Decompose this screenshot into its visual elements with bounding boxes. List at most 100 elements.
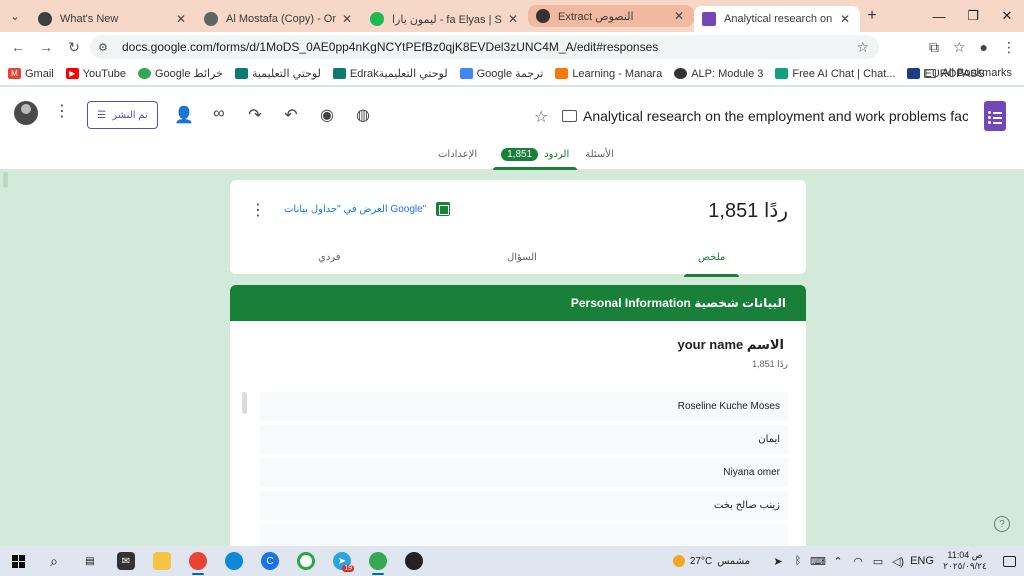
avatar[interactable] bbox=[14, 101, 38, 125]
mail-app[interactable]: ✉ bbox=[108, 546, 144, 576]
bookmark-label: Free AI Chat | Chat... bbox=[792, 67, 896, 80]
publish-button[interactable]: ☰ تم النشر bbox=[87, 101, 158, 129]
view-in-sheets-link[interactable]: العرض في "جداول بيانات Google" bbox=[284, 202, 451, 216]
search-button[interactable]: ⌕ bbox=[36, 546, 72, 576]
site-info-icon[interactable]: ⚙ bbox=[98, 41, 114, 54]
bluetooth-icon[interactable]: ᛒ bbox=[788, 555, 808, 567]
close-window-icon[interactable]: ✕ bbox=[990, 0, 1024, 32]
browser-tab-highlighted[interactable]: Extract النصوص ✕ bbox=[528, 5, 694, 27]
extensions-icon[interactable]: ⧉ bbox=[929, 39, 939, 56]
bookmarks-manager-icon[interactable]: ☆ bbox=[953, 39, 966, 56]
tab-question[interactable]: السؤال bbox=[507, 252, 537, 263]
bookmark-item[interactable]: ▶ YouTube bbox=[65, 68, 126, 80]
edge-app[interactable] bbox=[216, 546, 252, 576]
bookmark-item[interactable]: لوحتي التعليمية bbox=[234, 67, 321, 80]
tab-questions[interactable]: الأسئلة bbox=[577, 145, 622, 170]
browser-tab[interactable]: Al Mostafa (Copy) - Online I ✕ bbox=[196, 6, 362, 32]
tab-search-icon[interactable]: ⌄ bbox=[0, 0, 30, 32]
menu-icon[interactable]: ⋮ bbox=[1002, 39, 1016, 56]
search-icon: ⌕ bbox=[50, 552, 58, 569]
reload-icon[interactable]: ↻ bbox=[60, 39, 88, 56]
forward-icon[interactable]: → bbox=[32, 39, 60, 55]
bookmark-item[interactable]: Free AI Chat | Chat... bbox=[775, 68, 895, 80]
wifi-icon[interactable]: ◠ bbox=[848, 555, 868, 568]
browser-tab[interactable]: ليمون يارا - fa Elyas | Spotify ✕ bbox=[362, 6, 528, 32]
page-scrollbar[interactable] bbox=[3, 172, 8, 188]
close-tab-icon[interactable]: ✕ bbox=[506, 12, 520, 26]
ring-icon bbox=[297, 552, 315, 570]
tab-responses[interactable]: 1,851 الردود bbox=[493, 145, 578, 170]
tab-label: الإعدادات bbox=[438, 149, 478, 160]
folder-icon bbox=[153, 552, 171, 570]
form-title[interactable]: Analytical research on the employment an… bbox=[583, 108, 968, 124]
tab-settings[interactable]: الإعدادات bbox=[430, 145, 485, 170]
answers-scrollbar[interactable] bbox=[242, 392, 247, 414]
clock-date: ٢٠٢٥/٠٩/٢٤ bbox=[943, 561, 987, 571]
profile-icon[interactable]: ● bbox=[980, 39, 988, 55]
start-button[interactable] bbox=[0, 554, 36, 568]
browser-tab-active[interactable]: Analytical research on the e ✕ bbox=[694, 6, 860, 32]
ring-app[interactable] bbox=[288, 546, 324, 576]
canva-app[interactable]: C bbox=[252, 546, 288, 576]
bookmark-item[interactable]: Edrakلوحتي التعليمية bbox=[332, 67, 448, 80]
tab-title: Extract النصوص bbox=[558, 10, 634, 23]
bookmark-item[interactable]: Google ترجمة bbox=[459, 67, 543, 80]
volume-icon[interactable]: ◁) bbox=[888, 555, 908, 568]
bookmark-item[interactable]: Learning - Manara bbox=[555, 68, 662, 80]
telegram-tray-icon[interactable]: ➤ bbox=[768, 555, 788, 568]
mail-icon: ✉ bbox=[117, 552, 135, 570]
restore-icon[interactable]: ❐ bbox=[956, 0, 990, 32]
notification-center-button[interactable] bbox=[994, 555, 1024, 567]
telegram-app[interactable]: ➤ 19 bbox=[324, 546, 360, 576]
close-tab-icon[interactable]: ✕ bbox=[174, 12, 188, 26]
google-forms-icon[interactable] bbox=[984, 101, 1006, 131]
add-collaborator-icon[interactable]: 👤 bbox=[174, 105, 194, 125]
tab-title: ليمون يارا - fa Elyas | Spotify bbox=[392, 13, 502, 26]
chrome-app[interactable] bbox=[180, 546, 216, 576]
link-icon[interactable]: ∞ bbox=[210, 105, 228, 125]
section-title: Personal Information البيانات شخصية bbox=[570, 296, 786, 310]
more-options-icon[interactable]: ⋮ bbox=[54, 101, 70, 121]
bookmark-item[interactable]: Google خرائط bbox=[137, 67, 223, 80]
publish-label: تم النشر bbox=[112, 109, 148, 121]
minimize-icon[interactable]: — bbox=[922, 0, 956, 32]
close-tab-icon[interactable]: ✕ bbox=[838, 12, 852, 26]
tab-individual[interactable]: فردي bbox=[318, 252, 341, 263]
move-folder-icon[interactable] bbox=[562, 110, 577, 122]
battery-icon[interactable]: ▭ bbox=[868, 555, 888, 568]
photos-app[interactable] bbox=[396, 546, 432, 576]
back-icon[interactable]: ← bbox=[4, 39, 32, 55]
undo-icon[interactable]: ↶ bbox=[282, 105, 300, 125]
bookmark-item[interactable]: M Gmail bbox=[8, 68, 54, 80]
close-tab-icon[interactable]: ✕ bbox=[340, 12, 354, 26]
translate-icon bbox=[459, 68, 473, 79]
star-icon[interactable]: ☆ bbox=[534, 107, 548, 127]
clock[interactable]: 11:04 ص ٢٠٢٥/٠٩/٢٤ bbox=[936, 550, 994, 572]
help-icon[interactable]: ? bbox=[994, 516, 1010, 532]
tab-summary[interactable]: ملخص bbox=[683, 252, 740, 277]
address-bar[interactable]: ⚙ docs.google.com/forms/d/1MoDS_0AE0pp4n… bbox=[90, 35, 879, 59]
browser-tab[interactable]: What's New ✕ bbox=[30, 6, 196, 32]
notification-badge: 19 bbox=[342, 565, 354, 572]
palette-icon[interactable]: ◍ bbox=[354, 105, 372, 125]
all-bookmarks-button[interactable]: All Bookmarks bbox=[923, 67, 1012, 79]
chevron-up-icon[interactable]: ⌃ bbox=[828, 555, 848, 568]
weather-temp: 27°C bbox=[689, 555, 713, 567]
bookmark-star-icon[interactable]: ☆ bbox=[856, 39, 869, 56]
redo-icon[interactable]: ↷ bbox=[246, 105, 264, 125]
more-bookmarks-icon[interactable]: » bbox=[907, 66, 914, 80]
youtube-icon: ▶ bbox=[65, 68, 79, 79]
responses-summary-card: ⋮ العرض في "جداول بيانات Google" 1,851 ر… bbox=[230, 180, 806, 277]
preview-icon[interactable]: ◉ bbox=[318, 105, 336, 125]
chrome-profile-app[interactable] bbox=[360, 546, 396, 576]
close-tab-icon[interactable]: ✕ bbox=[672, 9, 686, 23]
language-indicator[interactable]: ENG bbox=[908, 555, 936, 567]
weather-widget[interactable]: 27°C مشمس bbox=[672, 555, 750, 567]
bookmark-item[interactable]: ALP: Module 3 bbox=[674, 68, 763, 80]
url-text: docs.google.com/forms/d/1MoDS_0AE0pp4nKg… bbox=[122, 40, 659, 54]
keyboard-icon[interactable]: ⌨ bbox=[808, 555, 828, 568]
more-options-icon[interactable]: ⋮ bbox=[250, 200, 266, 220]
new-tab-icon[interactable]: + bbox=[860, 7, 884, 25]
task-view-button[interactable]: ▤ bbox=[72, 546, 108, 576]
explorer-app[interactable] bbox=[144, 546, 180, 576]
